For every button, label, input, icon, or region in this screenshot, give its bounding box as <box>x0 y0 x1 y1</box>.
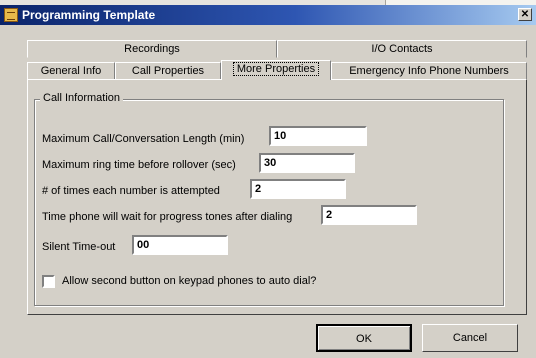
silent-timeout-label: Silent Time-out <box>42 241 116 253</box>
tab-io-contacts-label: I/O Contacts <box>371 43 433 55</box>
tab-call-properties[interactable]: Call Properties <box>115 62 221 80</box>
max-ring-time-input[interactable] <box>259 153 355 173</box>
tab-more-properties[interactable]: More Properties <box>221 60 331 80</box>
max-call-length-label: Maximum Call/Conversation Length (min) <box>42 133 245 145</box>
ok-button[interactable]: OK <box>316 324 412 352</box>
title-bar[interactable]: Programming Template ✕ <box>0 5 536 25</box>
auto-dial-checkbox[interactable] <box>42 275 55 288</box>
max-call-length-input[interactable] <box>269 126 367 146</box>
window-title: Programming Template <box>22 8 156 22</box>
app-template-icon <box>4 8 18 22</box>
group-label: Call Information <box>40 92 124 104</box>
attempts-input[interactable] <box>250 179 346 199</box>
tab-general-info[interactable]: General Info <box>27 62 115 80</box>
tab-io-contacts[interactable]: I/O Contacts <box>277 40 527 58</box>
progress-tones-wait-input[interactable] <box>321 205 417 225</box>
progress-tones-wait-label: Time phone will wait for progress tones … <box>42 211 293 223</box>
attempts-label: # of times each number is attempted <box>42 185 220 197</box>
tab-recordings[interactable]: Recordings <box>27 40 277 58</box>
tab-emergency-info-label: Emergency Info Phone Numbers <box>349 65 509 77</box>
silent-timeout-input[interactable] <box>132 235 228 255</box>
max-ring-time-label: Maximum ring time before rollover (sec) <box>42 159 236 171</box>
tab-call-properties-label: Call Properties <box>131 65 205 77</box>
tab-emergency-info-phone-numbers[interactable]: Emergency Info Phone Numbers <box>331 62 527 80</box>
cancel-button[interactable]: Cancel <box>422 324 518 352</box>
tab-recordings-label: Recordings <box>124 43 180 55</box>
tab-general-info-label: General Info <box>40 65 102 77</box>
auto-dial-label: Allow second button on keypad phones to … <box>62 275 317 287</box>
tab-more-properties-label: More Properties <box>232 62 320 76</box>
close-button[interactable]: ✕ <box>518 8 532 21</box>
